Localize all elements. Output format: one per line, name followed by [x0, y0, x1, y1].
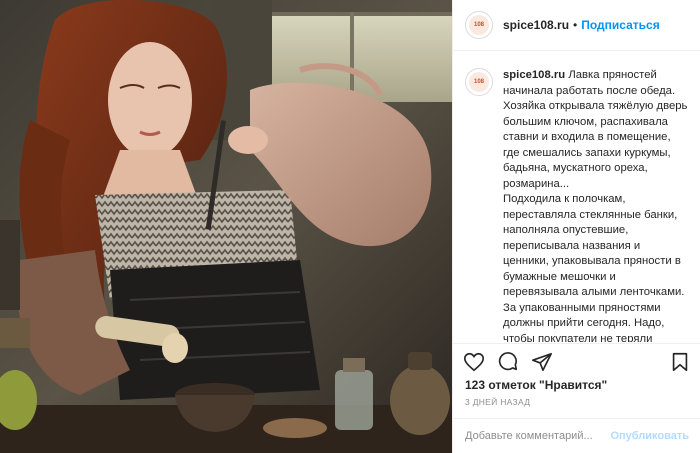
caption-area: 108 spice108.ru Лавка пряностей начинала…	[453, 52, 700, 342]
follow-button[interactable]: Подписаться	[581, 18, 659, 32]
action-bar	[453, 343, 700, 379]
caption-text: Лавка пряностей начинала работать после …	[503, 69, 688, 342]
share-icon[interactable]	[531, 351, 553, 373]
post-header: 108 spice108.ru • Подписаться	[453, 0, 700, 51]
comment-bar: Опубликовать	[453, 418, 700, 453]
post-sidebar: 108 spice108.ru • Подписаться 108 spice1…	[452, 0, 700, 453]
likes-count[interactable]: 123 отметок "Нравится"	[465, 378, 607, 392]
caption-avatar[interactable]: 108	[465, 68, 493, 96]
bookmark-icon[interactable]	[669, 351, 691, 373]
avatar[interactable]: 108	[465, 11, 493, 39]
instagram-post: 108 spice108.ru • Подписаться 108 spice1…	[0, 0, 700, 453]
comment-input[interactable]	[465, 430, 611, 442]
caption-text-block: spice108.ru Лавка пряностей начинала раб…	[503, 68, 688, 342]
post-time[interactable]: 3 дней назад	[465, 397, 530, 407]
publish-button[interactable]: Опубликовать	[610, 430, 689, 442]
post-photo-illustration	[0, 0, 452, 453]
post-photo[interactable]	[0, 0, 452, 453]
separator-dot: •	[573, 18, 578, 32]
heart-icon[interactable]	[463, 351, 485, 373]
comment-icon[interactable]	[497, 351, 519, 373]
username-link[interactable]: spice108.ru	[503, 18, 569, 32]
brand-logo: 108	[469, 72, 489, 92]
caption-username[interactable]: spice108.ru	[503, 69, 565, 81]
brand-logo: 108	[469, 15, 489, 35]
